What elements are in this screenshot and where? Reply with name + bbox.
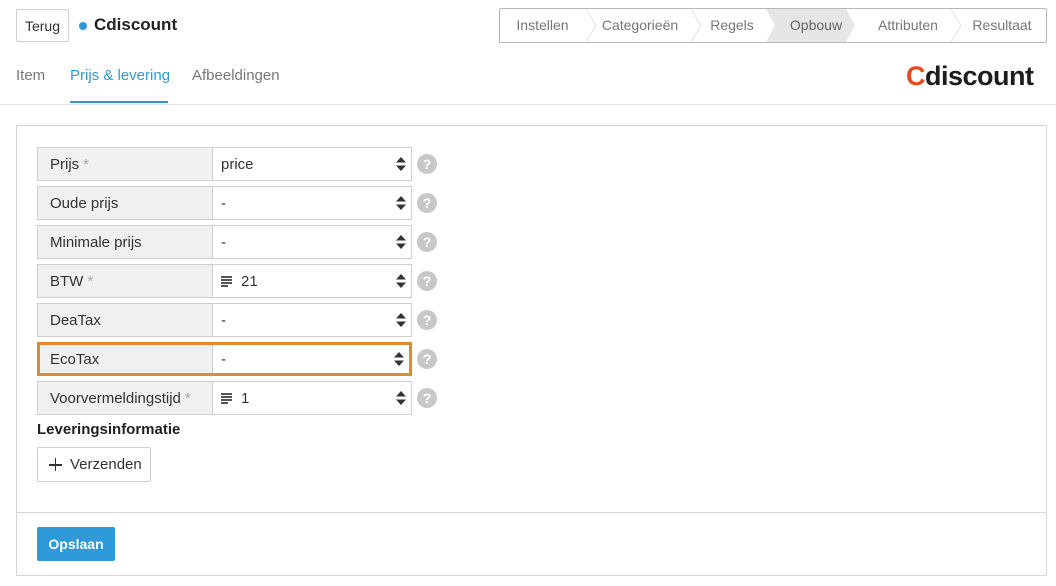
step-categorieen[interactable]: Categorieën — [590, 9, 690, 42]
select-value: price — [221, 155, 254, 173]
help-icon[interactable]: ? — [417, 154, 437, 174]
field-label: EcoTax — [40, 345, 213, 373]
select-value: - — [221, 311, 226, 329]
voorvermeldingstijd-select[interactable]: 1 — [213, 382, 411, 414]
field-label: Voorvermeldingstijd * — [38, 382, 213, 414]
help-icon[interactable]: ? — [417, 271, 437, 291]
prijs-select[interactable]: price — [213, 148, 411, 180]
field-row-minimale-prijs: Minimale prijs - — [37, 225, 412, 259]
help-icon[interactable]: ? — [417, 193, 437, 213]
plus-icon — [49, 458, 62, 471]
back-button[interactable]: Terug — [16, 9, 69, 42]
oude-prijs-select[interactable]: - — [213, 187, 411, 219]
tabs-divider — [0, 104, 1056, 105]
wizard-steps: Instellen Categorieën Regels Opbouw Attr… — [499, 8, 1047, 43]
field-row-btw: BTW * 21 — [37, 264, 412, 298]
select-value: 21 — [241, 272, 258, 290]
field-row-voorvermeldingstijd: Voorvermeldingstijd * 1 — [37, 381, 412, 415]
help-icon[interactable]: ? — [417, 349, 437, 369]
add-shipping-label: Verzenden — [70, 456, 142, 473]
ecotax-select[interactable]: - — [213, 345, 409, 373]
help-icon[interactable]: ? — [417, 388, 437, 408]
status-dot — [79, 22, 87, 30]
delivery-heading: Leveringsinformatie — [37, 421, 181, 438]
select-value: - — [221, 233, 226, 251]
text-lines-icon — [221, 393, 232, 404]
help-icon[interactable]: ? — [417, 310, 437, 330]
required-marker: * — [184, 389, 191, 407]
active-tab-indicator — [70, 101, 168, 103]
tab-prijs-levering[interactable]: Prijs & levering — [70, 67, 170, 84]
save-button[interactable]: Opslaan — [37, 527, 115, 561]
field-label: BTW * — [38, 265, 213, 297]
deatax-select[interactable]: - — [213, 304, 411, 336]
page-title: Cdiscount — [94, 15, 178, 34]
help-icon[interactable]: ? — [417, 232, 437, 252]
tab-afbeeldingen[interactable]: Afbeeldingen — [192, 67, 280, 84]
select-value: - — [221, 194, 226, 212]
btw-select[interactable]: 21 — [213, 265, 411, 297]
step-instellen[interactable]: Instellen — [500, 9, 585, 42]
cdiscount-logo: Cdiscount — [906, 60, 1034, 91]
sort-arrows-icon — [394, 352, 404, 366]
select-value: - — [221, 350, 226, 368]
sort-arrows-icon — [396, 196, 406, 210]
panel-divider — [17, 512, 1046, 513]
required-marker: * — [87, 272, 94, 290]
add-shipping-button[interactable]: Verzenden — [37, 447, 151, 482]
sort-arrows-icon — [396, 391, 406, 405]
sort-arrows-icon — [396, 157, 406, 171]
field-label: Prijs * — [38, 148, 213, 180]
step-resultaat[interactable]: Resultaat — [958, 9, 1046, 42]
field-row-deatax: DeaTax - — [37, 303, 412, 337]
text-lines-icon — [221, 276, 232, 287]
sort-arrows-icon — [396, 235, 406, 249]
field-row-ecotax: EcoTax - — [37, 342, 412, 376]
price-delivery-panel: Prijs * price ? Oude prijs - ? Minimale p… — [16, 125, 1047, 576]
field-row-prijs: Prijs * price — [37, 147, 412, 181]
tab-item[interactable]: Item — [16, 67, 45, 84]
field-label: DeaTax — [38, 304, 213, 336]
step-opbouw[interactable]: Opbouw — [772, 9, 860, 42]
field-row-oude-prijs: Oude prijs - — [37, 186, 412, 220]
field-label: Minimale prijs — [38, 226, 213, 258]
field-label: Oude prijs — [38, 187, 213, 219]
step-regels[interactable]: Regels — [696, 9, 768, 42]
step-attributen[interactable]: Attributen — [862, 9, 954, 42]
sort-arrows-icon — [396, 313, 406, 327]
minimale-prijs-select[interactable]: - — [213, 226, 411, 258]
required-marker: * — [83, 155, 90, 173]
select-value: 1 — [241, 389, 250, 407]
sort-arrows-icon — [396, 274, 406, 288]
